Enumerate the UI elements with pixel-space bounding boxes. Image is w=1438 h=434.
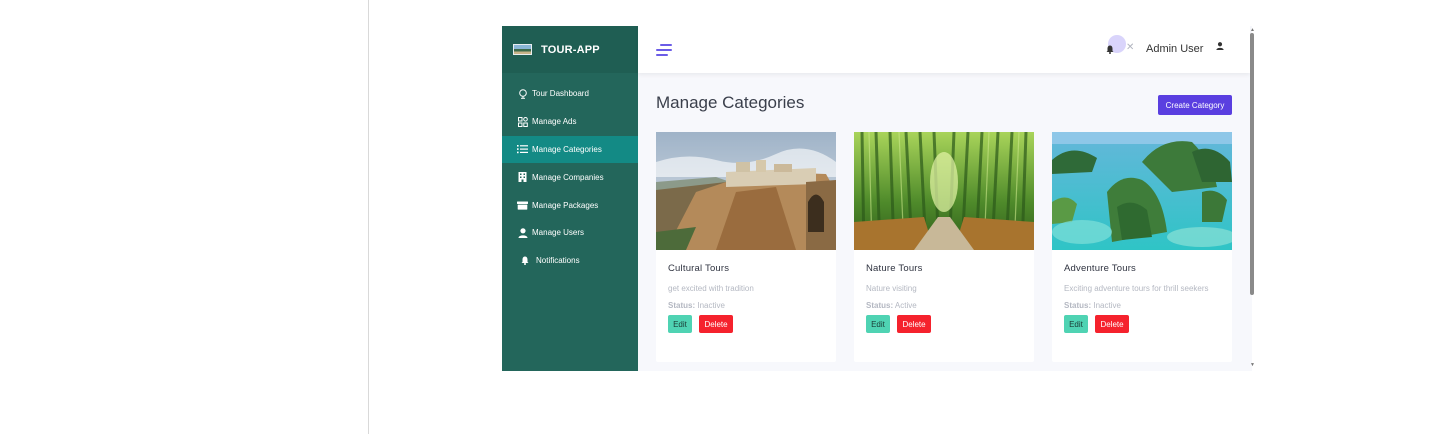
status-label: Status:	[866, 301, 894, 310]
card-title: Cultural Tours	[668, 263, 730, 274]
delete-button[interactable]: Delete	[699, 315, 733, 333]
notification-bell-button[interactable]: ✕	[1106, 35, 1134, 57]
list-icon	[517, 144, 528, 155]
bell-icon	[519, 255, 530, 266]
app-window: TOUR-APP Tour Dashboard Manage Ads Manag…	[502, 26, 1252, 371]
building-icon	[517, 172, 528, 183]
delete-button[interactable]: Delete	[1095, 315, 1129, 333]
sidebar-item-manage-categories[interactable]: Manage Categories	[502, 135, 638, 164]
edit-button[interactable]: Edit	[866, 315, 890, 333]
user-icon	[517, 227, 528, 238]
grid-icon	[517, 116, 528, 127]
category-card-adventure: Adventure Tours Exciting adventure tours…	[1052, 132, 1232, 362]
edit-button[interactable]: Edit	[1064, 315, 1088, 333]
card-description: get excited with tradition	[668, 284, 754, 293]
brand-logo-icon	[513, 44, 532, 55]
card-title: Adventure Tours	[1064, 263, 1137, 274]
sidebar-item-notifications[interactable]: Notifications	[502, 247, 638, 275]
sidebar-item-label: Manage Packages	[532, 200, 599, 210]
sidebar-item-manage-ads[interactable]: Manage Ads	[502, 108, 638, 136]
left-blank-panel	[0, 0, 369, 434]
card-status: Status: Inactive	[668, 301, 725, 310]
sidebar-item-manage-companies[interactable]: Manage Companies	[502, 163, 638, 191]
card-description: Exciting adventure tours for thrill seek…	[1064, 284, 1209, 293]
close-icon[interactable]: ✕	[1126, 42, 1134, 53]
adventure-tours-image	[1052, 132, 1232, 250]
sidebar-nav: Tour Dashboard Manage Ads Manage Categor…	[502, 73, 638, 275]
edit-button[interactable]: Edit	[668, 315, 692, 333]
bell-icon	[1106, 45, 1114, 56]
sidebar-item-label: Manage Users	[532, 228, 585, 238]
status-value: Inactive	[697, 301, 725, 310]
status-label: Status:	[1064, 301, 1092, 310]
topbar: ✕ Admin User	[638, 26, 1250, 73]
category-card-cultural: Cultural Tours get excited with traditio…	[656, 132, 836, 362]
category-card-nature: Nature Tours Nature visiting Status: Act…	[854, 132, 1034, 362]
card-status: Status: Inactive	[1064, 301, 1121, 310]
sidebar-item-label: Notifications	[536, 256, 580, 266]
globe-icon	[517, 88, 528, 99]
admin-user-name[interactable]: Admin User	[1146, 43, 1203, 55]
sidebar-item-label: Manage Companies	[532, 172, 604, 182]
card-description: Nature visiting	[866, 284, 917, 293]
sidebar-item-label: Tour Dashboard	[532, 89, 589, 99]
nature-tours-image	[854, 132, 1034, 250]
status-value: Inactive	[1093, 301, 1121, 310]
sidebar-item-label: Manage Categories	[532, 144, 602, 154]
menu-toggle-icon[interactable]	[656, 44, 672, 56]
sidebar-item-tour-dashboard[interactable]: Tour Dashboard	[502, 80, 638, 108]
brand[interactable]: TOUR-APP	[502, 26, 638, 73]
create-category-button[interactable]: Create Category	[1158, 95, 1232, 115]
brand-name: TOUR-APP	[541, 43, 600, 56]
status-label: Status:	[668, 301, 696, 310]
delete-button[interactable]: Delete	[897, 315, 931, 333]
card-title: Nature Tours	[866, 263, 923, 274]
page-title: Manage Categories	[656, 93, 805, 112]
sidebar-item-manage-packages[interactable]: Manage Packages	[502, 191, 638, 219]
sidebar: TOUR-APP Tour Dashboard Manage Ads Manag…	[502, 26, 638, 371]
sidebar-item-label: Manage Ads	[532, 117, 577, 127]
user-icon[interactable]	[1216, 42, 1224, 52]
status-value: Active	[894, 301, 917, 310]
sidebar-item-manage-users[interactable]: Manage Users	[502, 219, 638, 247]
scroll-down-arrow-icon[interactable]: ▼	[1250, 362, 1255, 368]
card-status: Status: Active	[866, 301, 917, 310]
cultural-tours-image	[656, 132, 836, 250]
scrollbar-thumb[interactable]	[1250, 33, 1254, 295]
package-icon	[517, 200, 528, 211]
